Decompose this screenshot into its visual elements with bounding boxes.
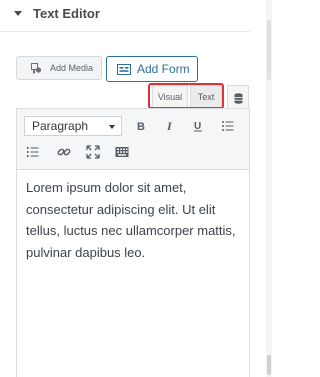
underline-icon: U [194,121,202,132]
add-media-button[interactable]: Add Media [16,56,102,80]
scrollbar-thumb-lower[interactable] [267,355,271,375]
italic-button[interactable]: I [160,116,180,136]
editor-content[interactable]: Lorem ipsum dolor sit amet, consectetur … [26,177,242,263]
toolbar-toggle-button[interactable] [112,142,132,162]
database-tab[interactable] [227,85,249,108]
fullscreen-icon [86,145,100,159]
bullet-list-button[interactable] [218,116,238,136]
svg-text:B: B [137,121,145,133]
italic-icon: I [166,119,173,133]
fullscreen-button[interactable] [83,142,103,162]
svg-text:U: U [194,121,201,132]
highlight-annotation [148,83,224,109]
link-icon [57,148,71,156]
editor-toolbar: Paragraph B I U [17,109,249,170]
bold-icon: B [137,121,145,133]
wysiwyg-editor: Paragraph B I U Lorem ipsum dolor sit am… [16,108,250,377]
bullet-list-icon [222,121,234,131]
add-media-label: Add Media [50,63,94,73]
numbered-list-icon [27,147,39,157]
add-form-button[interactable]: Add Form [106,56,198,82]
underline-button[interactable]: U [188,116,208,136]
svg-text:I: I [166,119,173,133]
keyboard-icon [115,147,129,157]
section-title: Text Editor [33,6,100,21]
media-icon [31,63,42,74]
numbered-list-button[interactable] [23,142,43,162]
database-icon [234,91,243,104]
scrollbar-thumb[interactable] [267,20,271,80]
bold-button[interactable]: B [131,116,151,136]
format-select[interactable]: Paragraph [24,116,122,136]
section-header-text-editor[interactable]: Text Editor [0,0,250,30]
format-select-value: Paragraph [32,119,89,133]
form-icon [117,64,131,75]
caret-down-icon[interactable] [14,11,22,16]
divider [0,31,250,32]
link-button[interactable] [54,142,74,162]
chevron-down-icon [109,125,115,129]
editor-panel: Text Editor Add Media Add Form Visual Te… [0,0,251,377]
add-form-label: Add Form [137,62,190,76]
